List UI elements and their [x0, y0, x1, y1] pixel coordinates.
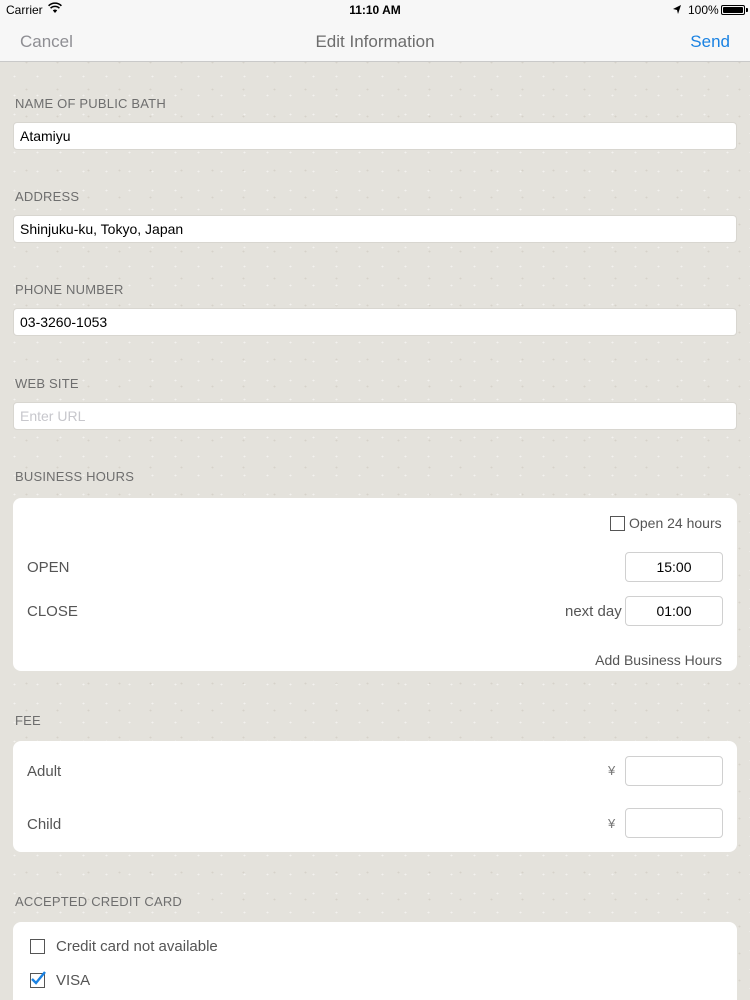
child-fee-input[interactable]: [625, 808, 723, 838]
business-hours-card: Open 24 hours OPEN 15:00 CLOSE next day …: [13, 498, 737, 671]
open-time-field[interactable]: 15:00: [625, 552, 723, 582]
phone-input[interactable]: [13, 308, 737, 336]
no-credit-card-checkbox[interactable]: [30, 939, 45, 954]
adult-currency-label: ¥: [608, 763, 616, 778]
status-bar: Carrier 11:10 AM 100%: [0, 0, 750, 20]
business-hours-label: BUSINESS HOURS: [15, 469, 135, 484]
open-24-hours-checkbox[interactable]: [610, 516, 625, 531]
location-arrow-icon: [673, 5, 681, 14]
address-label: ADDRESS: [15, 189, 80, 204]
bath-name-label: NAME OF PUBLIC BATH: [15, 96, 166, 111]
bath-name-input[interactable]: [13, 122, 737, 150]
fee-label: FEE: [15, 713, 41, 728]
visa-label: VISA: [56, 972, 91, 989]
navigation-bar: Cancel Edit Information Send: [0, 20, 750, 62]
credit-card-label: ACCEPTED CREDIT CARD: [15, 894, 183, 909]
close-time-field[interactable]: 01:00: [625, 596, 723, 626]
checkmark-icon: [31, 971, 46, 985]
next-day-label: next day: [565, 603, 622, 620]
close-label: CLOSE: [27, 603, 78, 620]
child-fee-label: Child: [27, 816, 62, 833]
open-label: OPEN: [27, 559, 70, 576]
website-input[interactable]: [13, 402, 737, 430]
page-title: Edit Information: [315, 32, 435, 51]
address-input[interactable]: [13, 215, 737, 243]
fee-card: Adult ¥ Child ¥: [13, 741, 737, 852]
adult-fee-input[interactable]: [625, 756, 723, 786]
website-label: WEB SITE: [15, 376, 79, 391]
no-credit-card-label: Credit card not available: [56, 938, 218, 955]
status-time: 11:10 AM: [349, 3, 401, 17]
credit-card-card: Credit card not available VISA: [13, 922, 737, 1000]
child-currency-label: ¥: [608, 816, 616, 831]
battery-percent: 100%: [688, 3, 719, 17]
phone-label: PHONE NUMBER: [15, 282, 124, 297]
add-business-hours-button[interactable]: Add Business Hours: [595, 652, 722, 668]
send-button[interactable]: Send: [690, 32, 730, 52]
visa-checkbox[interactable]: [30, 971, 46, 988]
adult-fee-label: Adult: [27, 763, 62, 780]
battery-icon: [721, 5, 748, 15]
open-24-hours-label: Open 24 hours: [629, 515, 722, 531]
